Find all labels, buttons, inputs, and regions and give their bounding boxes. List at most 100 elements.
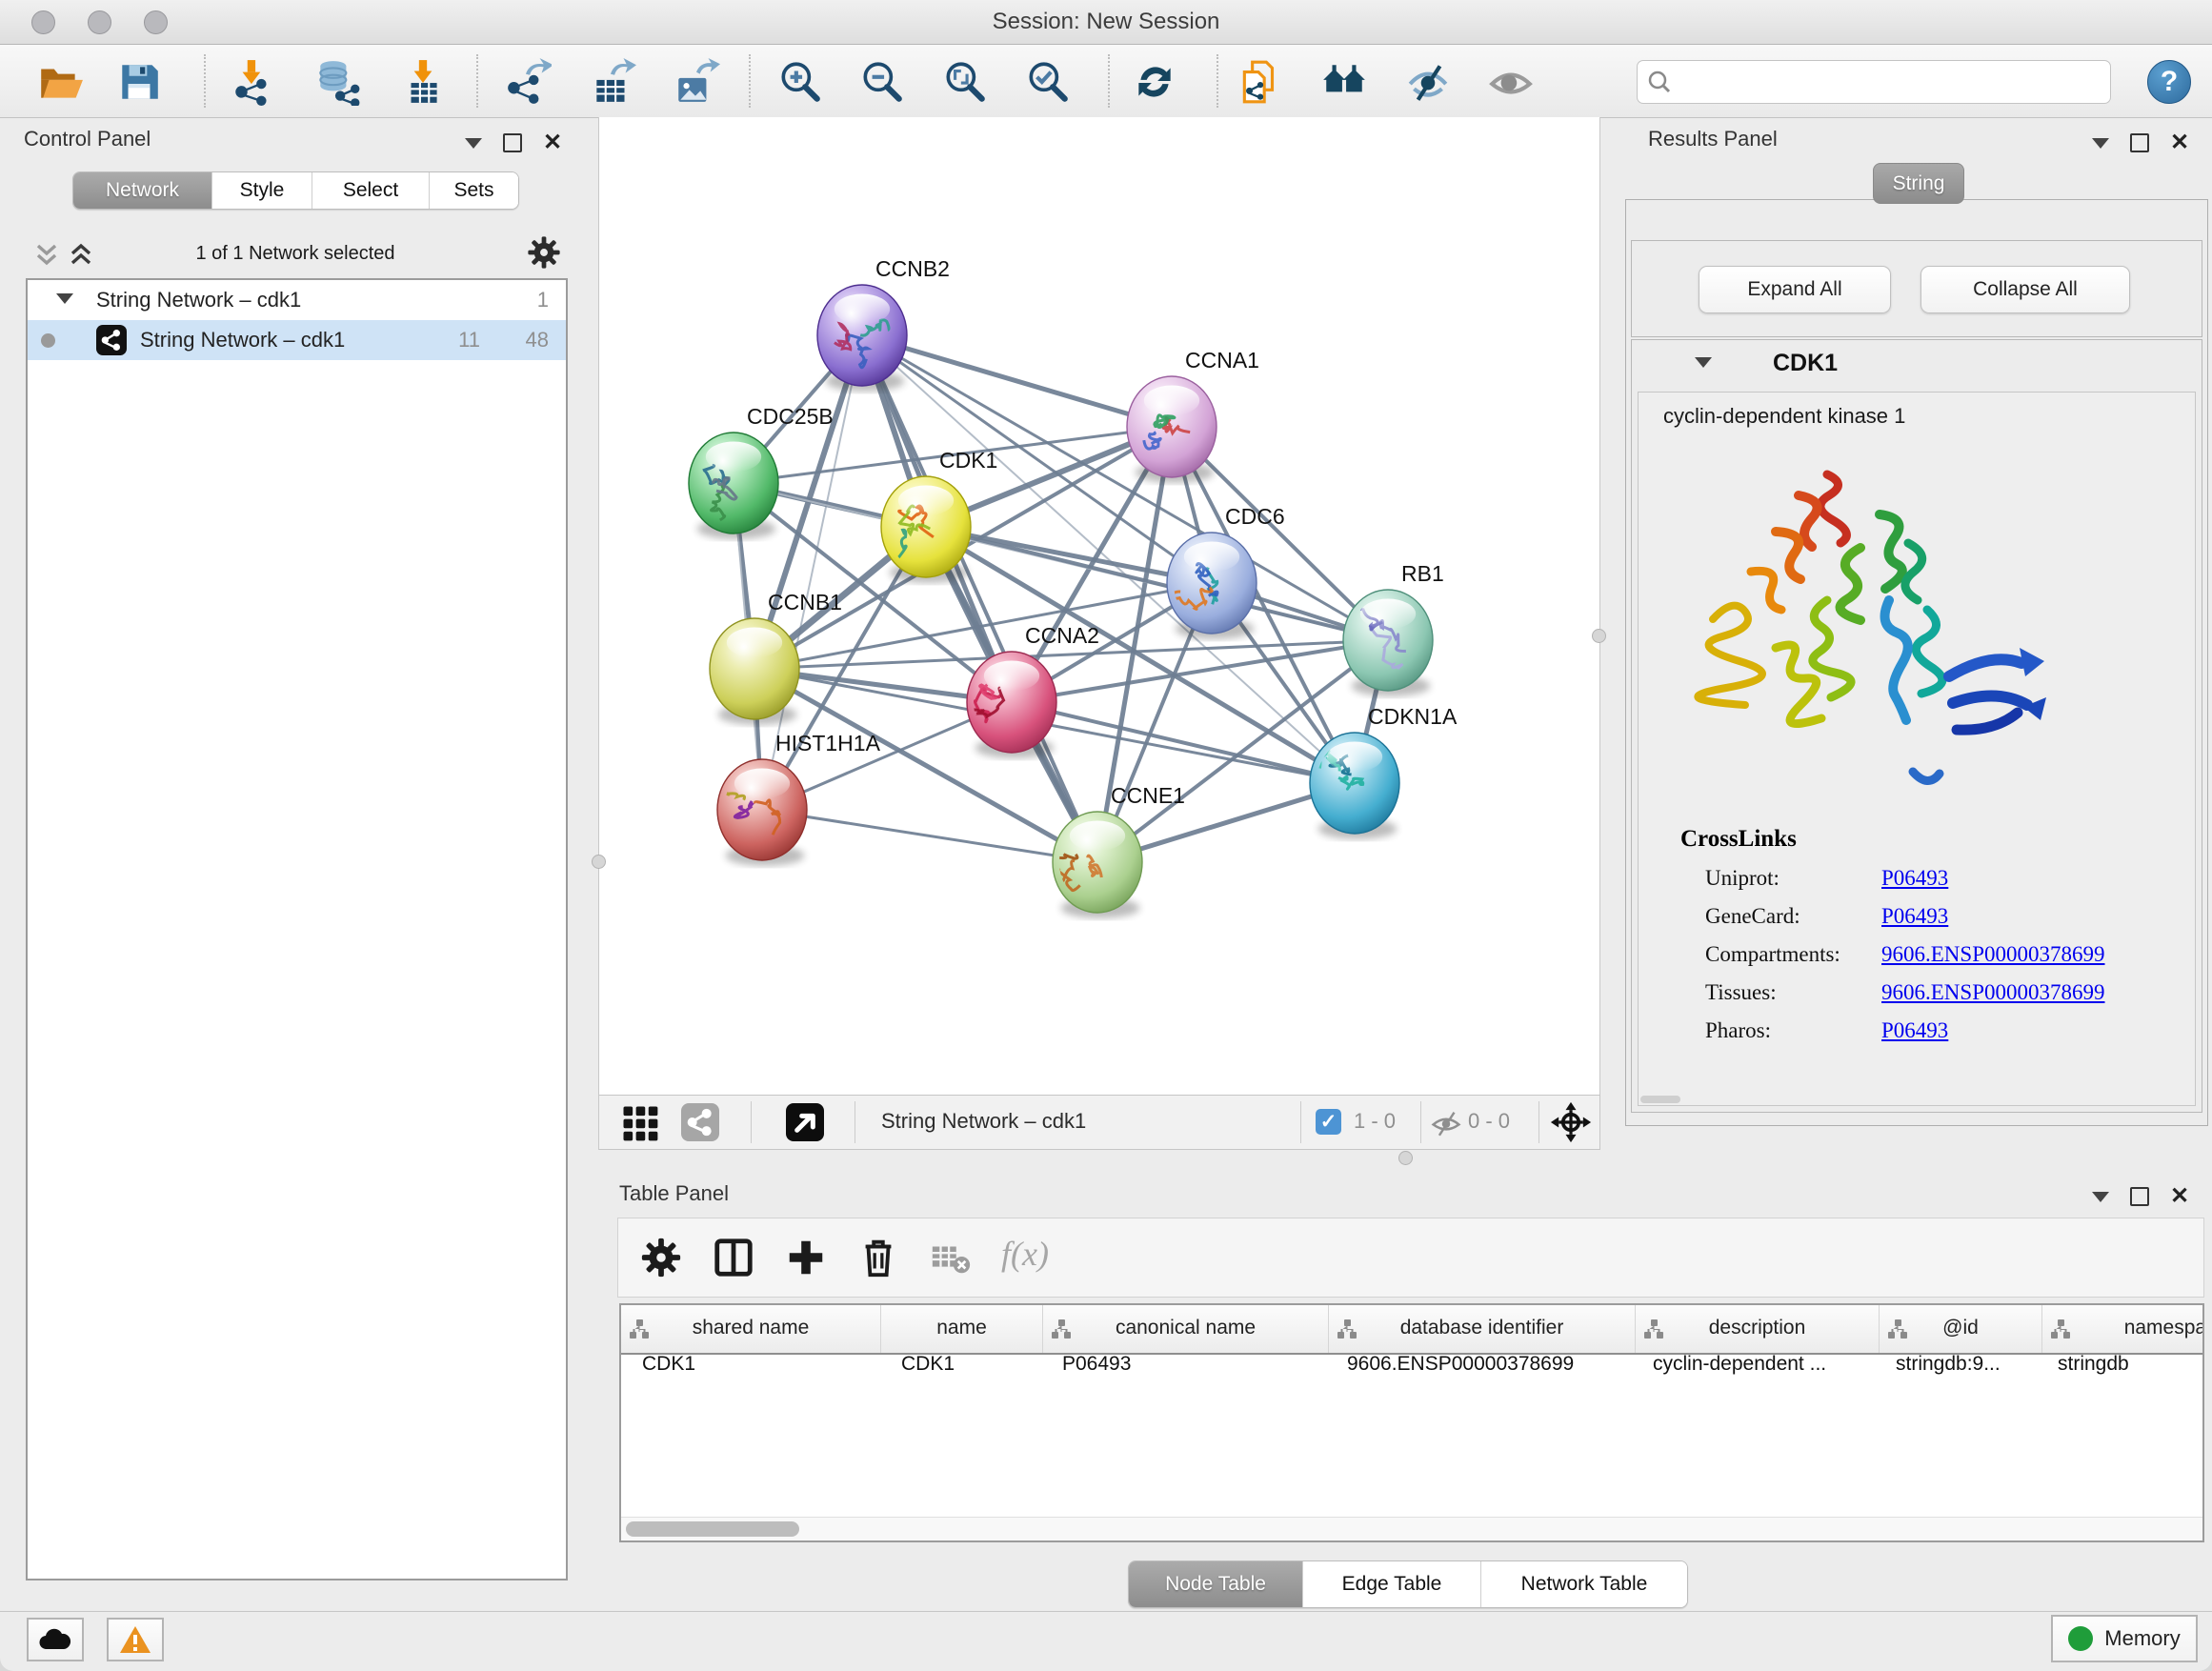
network-row[interactable]: String Network – cdk1 11 48 [28, 320, 566, 360]
add-column-plus-icon[interactable] [784, 1236, 828, 1279]
zoom-out-icon[interactable] [858, 58, 906, 106]
expand-all-button[interactable]: Expand All [1699, 266, 1891, 313]
open-session-icon[interactable] [36, 58, 84, 106]
table-cell[interactable]: stringdb [2037, 1353, 2204, 1387]
warning-status-button[interactable] [107, 1618, 164, 1661]
column-header-namespace[interactable]: namespace [2042, 1305, 2204, 1353]
network-node-HIST1H1A[interactable]: HIST1H1A [695, 731, 881, 866]
open-external-view-icon[interactable] [786, 1103, 824, 1141]
birds-eye-crosshair-icon[interactable] [1550, 1101, 1592, 1148]
column-header-description[interactable]: description [1636, 1305, 1880, 1353]
crosslink-link[interactable]: P06493 [1881, 866, 1948, 891]
tab-select[interactable]: Select [312, 172, 430, 209]
delete-column-trash-icon[interactable] [856, 1236, 900, 1279]
network-node-CCNA1[interactable]: CCNA1 [1127, 348, 1259, 483]
export-table-icon[interactable] [589, 58, 636, 106]
tab-edge-table[interactable]: Edge Table [1303, 1561, 1481, 1607]
column-header-name[interactable]: name [881, 1305, 1043, 1353]
network-node-CCNE1[interactable]: CCNE1 [1024, 783, 1185, 918]
collapse-all-networks-icon[interactable] [32, 240, 61, 275]
network-node-CCNB2[interactable]: CCNB2 [817, 256, 950, 392]
tab-style[interactable]: Style [212, 172, 312, 209]
table-cell[interactable]: cyclin-dependent ... [1632, 1353, 1875, 1387]
import-table-from-file-icon[interactable] [399, 58, 447, 106]
selected-checkbox-icon[interactable]: ✓ [1316, 1109, 1341, 1135]
save-session-icon[interactable] [115, 58, 163, 106]
network-edge[interactable] [862, 335, 1097, 862]
collapse-all-button[interactable]: Collapse All [1920, 266, 2130, 313]
network-node-RB1[interactable]: RB1 [1343, 561, 1444, 696]
column-header-database-identifier[interactable]: database identifier [1329, 1305, 1636, 1353]
column-header-canonical-name[interactable]: canonical name [1043, 1305, 1329, 1353]
column-header-shared-name[interactable]: shared name [621, 1305, 881, 1353]
results-panel-menu-icon[interactable] [2092, 138, 2109, 149]
table-hscrollbar[interactable] [621, 1517, 2202, 1540]
table-panel-menu-icon[interactable] [2092, 1192, 2109, 1202]
network-collection-row[interactable]: String Network – cdk1 1 [28, 280, 566, 320]
network-share-view-icon[interactable] [681, 1103, 719, 1141]
table-hscroll-thumb[interactable] [626, 1521, 799, 1537]
left-splitter-handle[interactable] [592, 855, 606, 869]
column-header--id[interactable]: @id [1880, 1305, 2042, 1353]
table-cell[interactable]: CDK1 [621, 1353, 880, 1387]
crosslink-link[interactable]: 9606.ENSP00000378699 [1881, 942, 2105, 967]
table-cell[interactable]: P06493 [1041, 1353, 1326, 1387]
help-button[interactable]: ? [2147, 60, 2191, 104]
crosslink-row: Tissues:9606.ENSP00000378699 [1705, 980, 2195, 1005]
table-cell[interactable]: stringdb:9... [1875, 1353, 2037, 1387]
node-label-CDKN1A: CDKN1A [1368, 704, 1458, 729]
control-panel-close-icon[interactable]: ✕ [543, 135, 562, 151]
refresh-view-icon[interactable] [1131, 58, 1178, 106]
tab-node-table[interactable]: Node Table [1129, 1561, 1303, 1607]
table-panel-float-icon[interactable] [2130, 1187, 2149, 1206]
table-cell[interactable]: 9606.ENSP00000378699 [1326, 1353, 1632, 1387]
right-splitter-handle[interactable] [1592, 629, 1606, 643]
network-node-CDK1[interactable]: CDK1 [875, 448, 998, 583]
crosslink-link[interactable]: P06493 [1881, 1018, 1948, 1043]
hide-selected-eye-icon[interactable] [1404, 58, 1452, 106]
collection-expand-icon[interactable] [56, 293, 73, 304]
gene-collapse-icon[interactable] [1695, 357, 1712, 368]
expand-all-networks-icon[interactable] [67, 240, 95, 275]
hidden-eye-icon[interactable] [1430, 1107, 1462, 1144]
grid-view-icon[interactable] [620, 1103, 660, 1148]
results-panel-float-icon[interactable] [2130, 133, 2149, 152]
memory-button[interactable]: Memory [2051, 1615, 2198, 1662]
tab-string[interactable]: String [1873, 163, 1964, 204]
function-builder-icon[interactable]: f(x) [1001, 1234, 1049, 1274]
split-columns-icon[interactable] [712, 1236, 755, 1279]
table-cell[interactable]: CDK1 [880, 1353, 1041, 1387]
zoom-fit-icon[interactable] [941, 58, 989, 106]
crosslink-link[interactable]: 9606.ENSP00000378699 [1881, 980, 2105, 1005]
export-image-icon[interactable] [673, 58, 720, 106]
table-panel-close-icon[interactable]: ✕ [2170, 1189, 2189, 1204]
network-options-gear-icon[interactable] [526, 234, 562, 275]
results-panel-close-icon[interactable]: ✕ [2170, 135, 2189, 151]
bottom-splitter-handle[interactable] [1398, 1151, 1413, 1165]
table-settings-gear-icon[interactable] [639, 1236, 683, 1279]
import-network-from-database-icon[interactable] [313, 58, 361, 106]
control-panel-float-icon[interactable] [503, 133, 522, 152]
copy-view-icon[interactable] [1237, 58, 1284, 106]
zoom-selected-icon[interactable] [1024, 58, 1072, 106]
export-network-icon[interactable] [504, 58, 552, 106]
control-panel-menu-icon[interactable] [465, 138, 482, 149]
tab-sets[interactable]: Sets [430, 172, 518, 209]
cloud-status-button[interactable] [27, 1618, 84, 1661]
search-field[interactable] [1637, 60, 2111, 104]
show-eye-icon[interactable] [1487, 58, 1535, 106]
zoom-in-icon[interactable] [776, 58, 824, 106]
network-edge[interactable] [862, 335, 1172, 427]
search-input[interactable] [1679, 65, 2102, 99]
table-row[interactable]: CDK1CDK1P064939606.ENSP00000378699cyclin… [621, 1353, 2204, 1387]
network-node-CDKN1A[interactable]: CDKN1A [1310, 704, 1458, 839]
tab-network-table[interactable]: Network Table [1481, 1561, 1687, 1607]
delete-table-icon[interactable] [929, 1236, 973, 1279]
import-network-from-file-icon[interactable] [230, 58, 277, 106]
crosslink-link[interactable]: P06493 [1881, 904, 1948, 929]
string-home-icon[interactable] [1320, 58, 1368, 106]
node-table[interactable]: shared namenamecanonical namedatabase id… [619, 1303, 2204, 1542]
network-view-canvas[interactable]: CCNB2CCNA1CDC25BCDK1CDC6RB1CCNB1CCNA2CDK… [598, 117, 1600, 1095]
tab-network[interactable]: Network [73, 172, 212, 209]
results-hscroll-thumb[interactable] [1640, 1096, 1680, 1103]
